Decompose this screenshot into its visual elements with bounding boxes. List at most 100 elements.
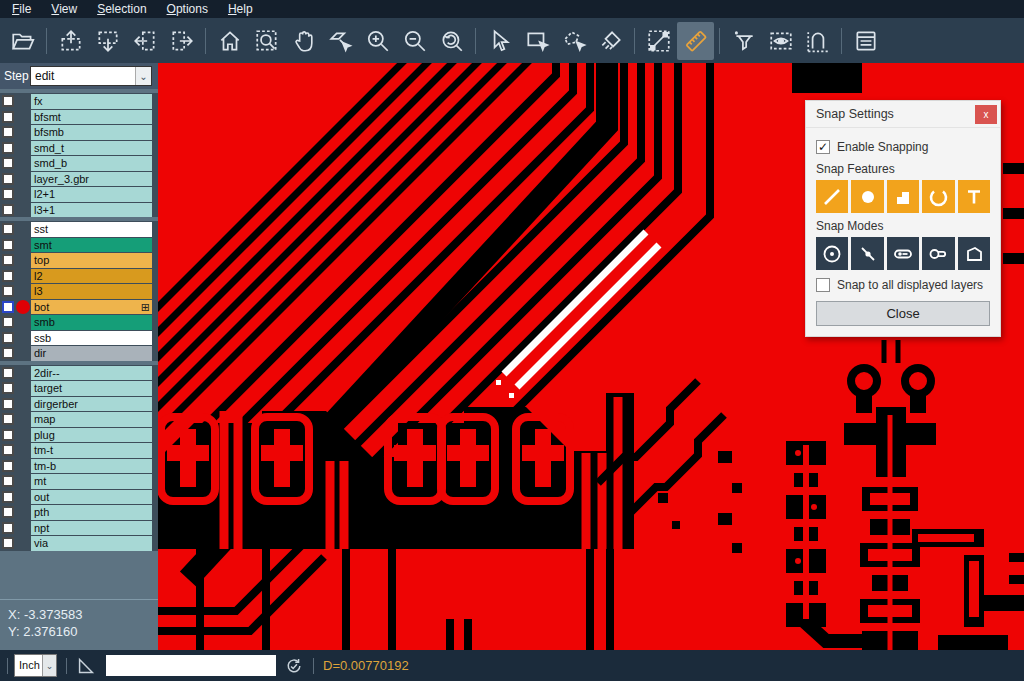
layer-name[interactable]: bfsmt <box>31 110 152 125</box>
layer-name[interactable]: pth <box>31 505 152 520</box>
move-polygon-icon[interactable] <box>322 22 359 60</box>
unit-combobox[interactable]: Inch ⌄ <box>14 654 57 677</box>
layer-row-tm-t[interactable]: tm-t <box>0 443 158 458</box>
layer-row-via[interactable]: via <box>0 536 158 551</box>
layer-visibility-checkbox[interactable] <box>2 367 14 379</box>
dialog-titlebar[interactable]: Snap Settings x <box>806 101 1000 128</box>
layer-visibility-checkbox[interactable] <box>2 142 14 154</box>
layer-row-pth[interactable]: pth <box>0 505 158 520</box>
enable-snapping-checkbox[interactable]: ✓ <box>816 140 830 154</box>
layer-row-npt[interactable]: npt <box>0 521 158 536</box>
layer-row-bot[interactable]: bot⊞ <box>0 300 158 315</box>
layer-row-2dir--[interactable]: 2dir-- <box>0 366 158 381</box>
layer-row-smb[interactable]: smb <box>0 315 158 330</box>
layer-row-sst[interactable]: sst <box>0 222 158 237</box>
command-input[interactable] <box>106 655 276 676</box>
snap-arc-button[interactable] <box>922 180 954 213</box>
zoom-in-icon[interactable] <box>359 22 396 60</box>
chevron-down-icon[interactable]: ⌄ <box>42 655 56 676</box>
layer-row-l2[interactable]: l2 <box>0 269 158 284</box>
layer-visibility-checkbox[interactable] <box>2 204 14 216</box>
send-down-icon[interactable] <box>89 22 126 60</box>
layer-name[interactable]: via <box>31 536 152 551</box>
snap-center-button[interactable] <box>816 237 848 270</box>
layer-name[interactable]: out <box>31 490 152 505</box>
layer-visibility-checkbox[interactable] <box>2 398 14 410</box>
layer-visibility-checkbox[interactable] <box>2 316 14 328</box>
snap-all-checkbox[interactable] <box>816 278 830 292</box>
snap-on-line-button[interactable] <box>851 237 883 270</box>
layer-row-l3[interactable]: l3 <box>0 284 158 299</box>
menu-help[interactable]: Help <box>218 2 263 16</box>
snap-line-button[interactable] <box>816 180 848 213</box>
layer-row-target[interactable]: target <box>0 381 158 396</box>
layer-visibility-checkbox[interactable] <box>2 382 14 394</box>
angle-triangle-icon[interactable] <box>75 655 97 677</box>
dialog-close-icon[interactable]: x <box>975 105 997 124</box>
layer-name[interactable]: map <box>31 412 152 427</box>
snap-all-row[interactable]: Snap to all displayed layers <box>816 278 990 292</box>
layer-visibility-checkbox[interactable] <box>2 285 14 297</box>
log-panel-icon[interactable] <box>847 22 884 60</box>
clean-brush-icon[interactable] <box>592 22 629 60</box>
layer-row-bfsmt[interactable]: bfsmt <box>0 110 158 125</box>
select-polygon-icon[interactable] <box>555 22 592 60</box>
layer-visibility-checkbox[interactable] <box>2 111 14 123</box>
layer-name[interactable]: bot⊞ <box>31 300 152 315</box>
layer-visibility-checkbox[interactable] <box>2 444 14 456</box>
layer-row-smt[interactable]: smt <box>0 238 158 253</box>
layer-name[interactable]: smt <box>31 238 152 253</box>
view-options-icon[interactable] <box>762 22 799 60</box>
layer-name[interactable]: smb <box>31 315 152 330</box>
layer-name[interactable]: sst <box>31 222 152 237</box>
layer-row-map[interactable]: map <box>0 412 158 427</box>
layer-name[interactable]: bfsmb <box>31 125 152 140</box>
zoom-out-icon[interactable] <box>396 22 433 60</box>
close-button[interactable]: Close <box>816 301 990 326</box>
step-combobox[interactable]: edit ⌄ <box>30 66 152 86</box>
layer-visibility-checkbox[interactable] <box>2 254 14 266</box>
layer-name[interactable]: mt <box>31 474 152 489</box>
layer-visibility-checkbox[interactable] <box>2 332 14 344</box>
layer-visibility-checkbox[interactable] <box>2 537 14 549</box>
layer-name[interactable]: l3+1 <box>31 203 152 218</box>
send-up-icon[interactable] <box>52 22 89 60</box>
layer-name[interactable]: tm-t <box>31 443 152 458</box>
layer-visibility-checkbox[interactable] <box>2 522 14 534</box>
layer-name[interactable]: dir <box>31 346 152 361</box>
snap-slot-edge-button[interactable] <box>922 237 954 270</box>
menu-file[interactable]: File <box>2 2 41 16</box>
layer-row-fx[interactable]: fx <box>0 94 158 109</box>
layer-row-l3+1[interactable]: l3+1 <box>0 203 158 218</box>
layer-visibility-checkbox[interactable] <box>2 157 14 169</box>
layer-name[interactable]: tm-b <box>31 459 152 474</box>
layer-name[interactable]: layer_3.gbr <box>31 172 152 187</box>
layer-row-tm-b[interactable]: tm-b <box>0 459 158 474</box>
layer-name[interactable]: smd_b <box>31 156 152 171</box>
layer-visibility-checkbox[interactable] <box>2 347 14 359</box>
layer-visibility-checkbox[interactable] <box>2 460 14 472</box>
measure-arc-icon[interactable] <box>799 22 836 60</box>
zoom-previous-icon[interactable] <box>433 22 470 60</box>
layer-visibility-checkbox[interactable] <box>2 95 14 107</box>
layer-visibility-checkbox[interactable] <box>2 429 14 441</box>
snap-slot-center-button[interactable] <box>887 237 919 270</box>
layer-row-top[interactable]: top <box>0 253 158 268</box>
layer-name[interactable]: top <box>31 253 152 268</box>
pcb-canvas[interactable]: Snap Settings x ✓ Enable Snapping Snap F… <box>158 63 1024 650</box>
zoom-window-icon[interactable] <box>248 22 285 60</box>
layer-row-bfsmb[interactable]: bfsmb <box>0 125 158 140</box>
menu-options[interactable]: Options <box>157 2 218 16</box>
layer-name[interactable]: ssb <box>31 331 152 346</box>
layer-row-l2+1[interactable]: l2+1 <box>0 187 158 202</box>
layer-name[interactable]: l3 <box>31 284 152 299</box>
layer-row-smd_b[interactable]: smd_b <box>0 156 158 171</box>
layer-row-ssb[interactable]: ssb <box>0 331 158 346</box>
home-icon[interactable] <box>211 22 248 60</box>
layer-visibility-checkbox[interactable] <box>2 270 14 282</box>
layer-visibility-checkbox[interactable] <box>2 239 14 251</box>
filter-icon[interactable] <box>725 22 762 60</box>
sync-icon[interactable] <box>284 656 304 676</box>
chevron-down-icon[interactable]: ⌄ <box>135 67 151 85</box>
layer-name[interactable]: smd_t <box>31 141 152 156</box>
